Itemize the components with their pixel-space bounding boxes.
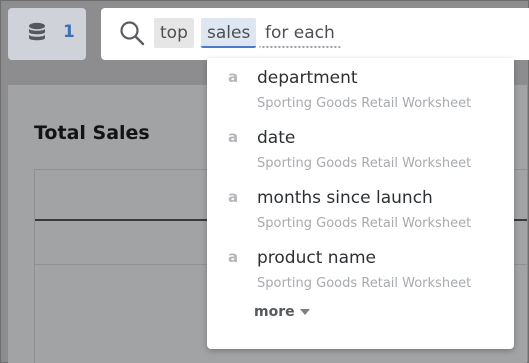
source-count: 1 <box>63 22 75 42</box>
suggestion-source: Sporting Goods Retail Worksheet <box>257 156 472 171</box>
search-input[interactable]: for each <box>259 18 341 48</box>
suggestion-source: Sporting Goods Retail Worksheet <box>257 276 472 291</box>
suggestion-item-product-name[interactable]: a product name Sporting Goods Retail Wor… <box>207 242 514 298</box>
search-token-top[interactable]: top <box>154 18 194 48</box>
attribute-type-icon: a <box>228 128 239 146</box>
attribute-type-icon: a <box>228 188 239 206</box>
card-title: Total Sales <box>34 122 150 144</box>
suggestion-item-months-since-launch[interactable]: a months since launch Sporting Goods Ret… <box>207 182 514 238</box>
suggestion-name: department <box>257 68 358 88</box>
suggestion-name: months since launch <box>257 188 433 208</box>
suggestion-name: date <box>257 128 296 148</box>
suggestion-name: product name <box>257 248 376 268</box>
attribute-type-icon: a <box>228 68 239 86</box>
suggestion-dropdown: a department Sporting Goods Retail Works… <box>207 58 514 349</box>
suggestion-item-department[interactable]: a department Sporting Goods Retail Works… <box>207 62 514 118</box>
search-icon <box>120 21 145 46</box>
search-token-sales[interactable]: sales <box>201 18 257 48</box>
attribute-type-icon: a <box>228 248 239 266</box>
caret-down-icon[interactable] <box>300 309 310 315</box>
database-icon <box>29 22 45 41</box>
suggestion-item-date[interactable]: a date Sporting Goods Retail Worksheet <box>207 122 514 178</box>
suggestion-source: Sporting Goods Retail Worksheet <box>257 216 472 231</box>
more-button[interactable]: more <box>254 304 295 320</box>
suggestion-source: Sporting Goods Retail Worksheet <box>257 96 472 111</box>
data-source-button[interactable]: 1 <box>8 8 86 60</box>
search-bar[interactable]: top sales for each <box>101 8 529 60</box>
